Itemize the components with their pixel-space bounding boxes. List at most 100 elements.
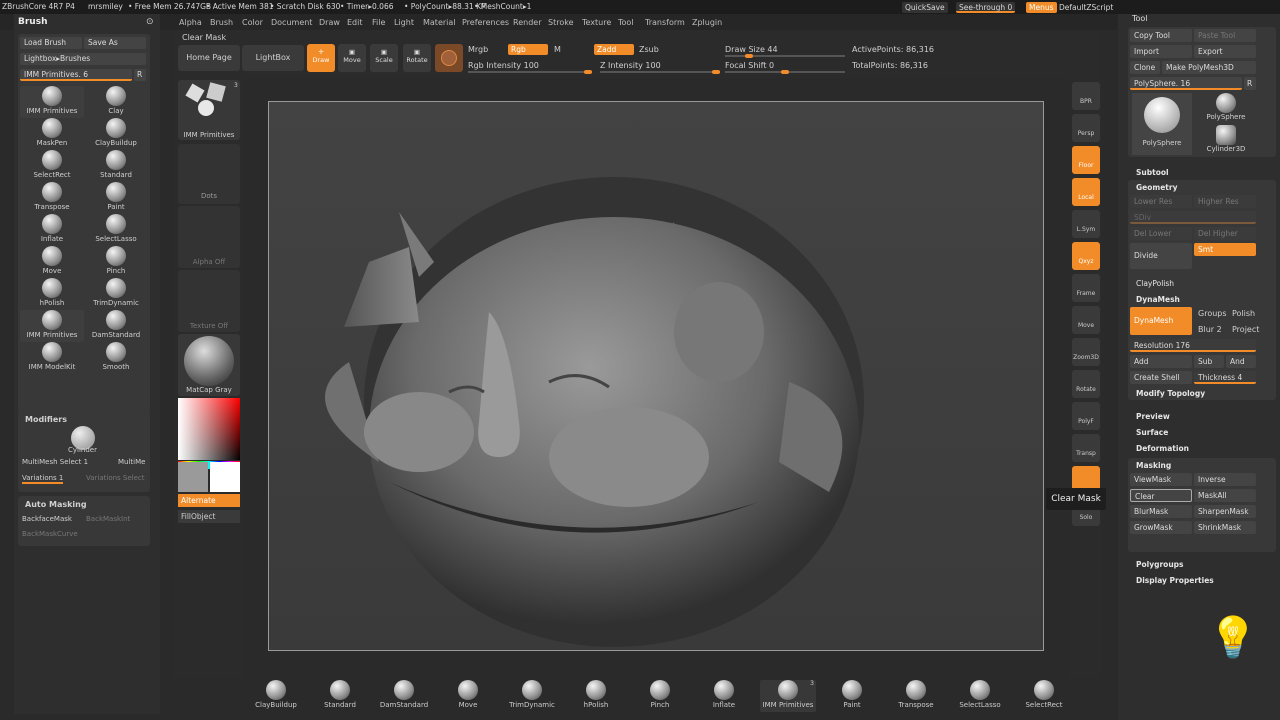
menus-button[interactable]: Menus <box>1026 2 1057 13</box>
thickness-slider[interactable]: Thickness 4 <box>1194 371 1256 384</box>
display-properties-section[interactable]: Display Properties <box>1136 576 1214 585</box>
menu-alpha[interactable]: Alpha <box>179 18 202 27</box>
shelf-button-l-sym[interactable]: L.Sym <box>1072 210 1100 238</box>
brush-transpose[interactable]: Transpose <box>20 182 84 214</box>
alpha-slot[interactable]: Alpha Off <box>178 206 240 268</box>
focal-shift-knob[interactable] <box>781 70 789 74</box>
brush-paint[interactable]: Paint <box>84 182 148 214</box>
brush-maskpen[interactable]: MaskPen <box>20 118 84 150</box>
backmask-curve-button[interactable]: BackMaskCurve <box>22 530 78 538</box>
blur-slider[interactable]: Blur 2 <box>1198 325 1222 334</box>
preview-section[interactable]: Preview <box>1136 412 1170 421</box>
bottom-brush-pinch[interactable]: Pinch <box>632 680 688 712</box>
brush-standard[interactable]: Standard <box>84 150 148 182</box>
brush-clay[interactable]: Clay <box>84 86 148 118</box>
sharpenmask-button[interactable]: SharpenMask <box>1194 505 1256 518</box>
shelf-button-frame[interactable]: Frame <box>1072 274 1100 302</box>
bottom-brush-transpose[interactable]: Transpose <box>888 680 944 712</box>
brush-trimdynamic[interactable]: TrimDynamic <box>84 278 148 310</box>
subtool-section[interactable]: Subtool <box>1136 168 1169 177</box>
polish-button[interactable]: Polish <box>1232 309 1255 318</box>
rgb-intensity-slider[interactable] <box>468 70 592 74</box>
bottom-brush-trimdynamic[interactable]: TrimDynamic <box>504 680 560 712</box>
z-intensity-knob[interactable] <box>712 70 720 74</box>
color-picker[interactable] <box>178 398 240 460</box>
brush-pinch[interactable]: Pinch <box>84 246 148 278</box>
brush-hpolish[interactable]: hPolish <box>20 278 84 310</box>
import-button[interactable]: Import <box>1130 45 1192 58</box>
smt-button[interactable]: Smt <box>1194 243 1256 256</box>
sub-button[interactable]: Sub <box>1194 355 1224 368</box>
rgb-button[interactable]: Rgb <box>508 44 548 55</box>
shelf-button-move[interactable]: Move <box>1072 306 1100 334</box>
higher-res-button[interactable]: Higher Res <box>1194 195 1256 208</box>
polysphere-item[interactable]: PolySphere <box>1196 93 1256 123</box>
bottom-brush-claybuildup[interactable]: ClayBuildup <box>248 680 304 712</box>
save-as-button[interactable]: Save As <box>84 37 146 49</box>
geometry-section[interactable]: Geometry <box>1136 183 1177 192</box>
add-button[interactable]: Add <box>1130 355 1192 368</box>
variations-select-slider[interactable]: Variations Select <box>86 474 145 482</box>
brush-imm-primitives[interactable]: IMM Primitives <box>20 310 84 342</box>
quicksave-button[interactable]: QuickSave <box>902 2 948 13</box>
menu-texture[interactable]: Texture <box>582 18 611 27</box>
load-brush-button[interactable]: Load Brush <box>20 37 82 49</box>
menu-draw[interactable]: Draw <box>319 18 340 27</box>
rotate-button[interactable]: ▣ Rotate <box>403 44 431 72</box>
dynamesh-button[interactable]: DynaMesh <box>1130 307 1192 335</box>
shelf-button-persp[interactable]: Persp <box>1072 114 1100 142</box>
polysphere-thumb[interactable]: PolySphere <box>1132 93 1192 155</box>
menu-material[interactable]: Material <box>423 18 456 27</box>
modify-topology-section[interactable]: Modify Topology <box>1136 389 1205 398</box>
rgb-intensity-knob[interactable] <box>584 70 592 74</box>
project-button[interactable]: Project <box>1232 325 1259 334</box>
divide-button[interactable]: Divide <box>1130 243 1192 269</box>
model-viewport[interactable] <box>269 102 1043 650</box>
and-button[interactable]: And <box>1226 355 1256 368</box>
groups-button[interactable]: Groups <box>1198 309 1227 318</box>
draw-button[interactable]: ✛ Draw <box>307 44 335 72</box>
menu-brush[interactable]: Brush <box>210 18 233 27</box>
del-lower-button[interactable]: Del Lower <box>1130 227 1192 240</box>
del-higher-button[interactable]: Del Higher <box>1194 227 1256 240</box>
texture-slot[interactable]: Texture Off <box>178 270 240 332</box>
draw-size-slider[interactable] <box>725 54 845 58</box>
surface-section[interactable]: Surface <box>1136 428 1168 437</box>
brush-selectlasso[interactable]: SelectLasso <box>84 214 148 246</box>
move-button[interactable]: ▣ Move <box>338 44 366 72</box>
pin-icon[interactable]: ⊙ <box>146 17 154 27</box>
shelf-button-polyf[interactable]: PolyF <box>1072 402 1100 430</box>
menu-light[interactable]: Light <box>394 18 414 27</box>
copy-tool-button[interactable]: Copy Tool <box>1130 29 1192 42</box>
shelf-button-zoom3d[interactable]: Zoom3D <box>1072 338 1100 366</box>
scale-button[interactable]: ▣ Scale <box>370 44 398 72</box>
brush-selectrect[interactable]: SelectRect <box>20 150 84 182</box>
deformation-section[interactable]: Deformation <box>1136 444 1189 453</box>
polysphere-slider[interactable]: PolySphere. 16 <box>1130 77 1242 90</box>
home-page-button[interactable]: Home Page <box>178 45 240 71</box>
bottom-brush-selectrect[interactable]: SelectRect <box>1016 680 1072 712</box>
brush-damstandard[interactable]: DamStandard <box>84 310 148 342</box>
menu-render[interactable]: Render <box>513 18 541 27</box>
backmask-int-slider[interactable]: BackMaskInt <box>86 515 130 523</box>
brush-inflate[interactable]: Inflate <box>20 214 84 246</box>
clear-mask-button[interactable]: Clear <box>1130 489 1192 502</box>
menu-preferences[interactable]: Preferences <box>462 18 509 27</box>
blurmask-button[interactable]: BlurMask <box>1130 505 1192 518</box>
clone-button[interactable]: Clone <box>1130 61 1160 74</box>
viewmask-button[interactable]: ViewMask <box>1130 473 1192 486</box>
bottom-brush-imm-primitives[interactable]: IMM Primitives 3 <box>760 680 816 712</box>
brush-imm-primitives[interactable]: IMM Primitives <box>20 86 84 118</box>
material-swatch[interactable] <box>435 44 463 72</box>
brush-imm-modelkit[interactable]: IMM ModelKit <box>20 342 84 374</box>
z-intensity-slider[interactable] <box>600 70 720 74</box>
claypolish-section[interactable]: ClayPolish <box>1136 279 1174 288</box>
mrgb-button[interactable]: Mrgb <box>468 45 488 54</box>
variations-slider[interactable]: Variations 1 <box>22 474 64 484</box>
see-through-slider[interactable]: See-through 0 <box>956 2 1016 13</box>
imm-primitives-slot[interactable]: 3 IMM Primitives <box>178 80 240 140</box>
shrinkmask-button[interactable]: ShrinkMask <box>1194 521 1256 534</box>
bottom-brush-hpolish[interactable]: hPolish <box>568 680 624 712</box>
m-button[interactable]: M <box>554 45 561 54</box>
alternate-button[interactable]: Alternate <box>178 494 240 507</box>
